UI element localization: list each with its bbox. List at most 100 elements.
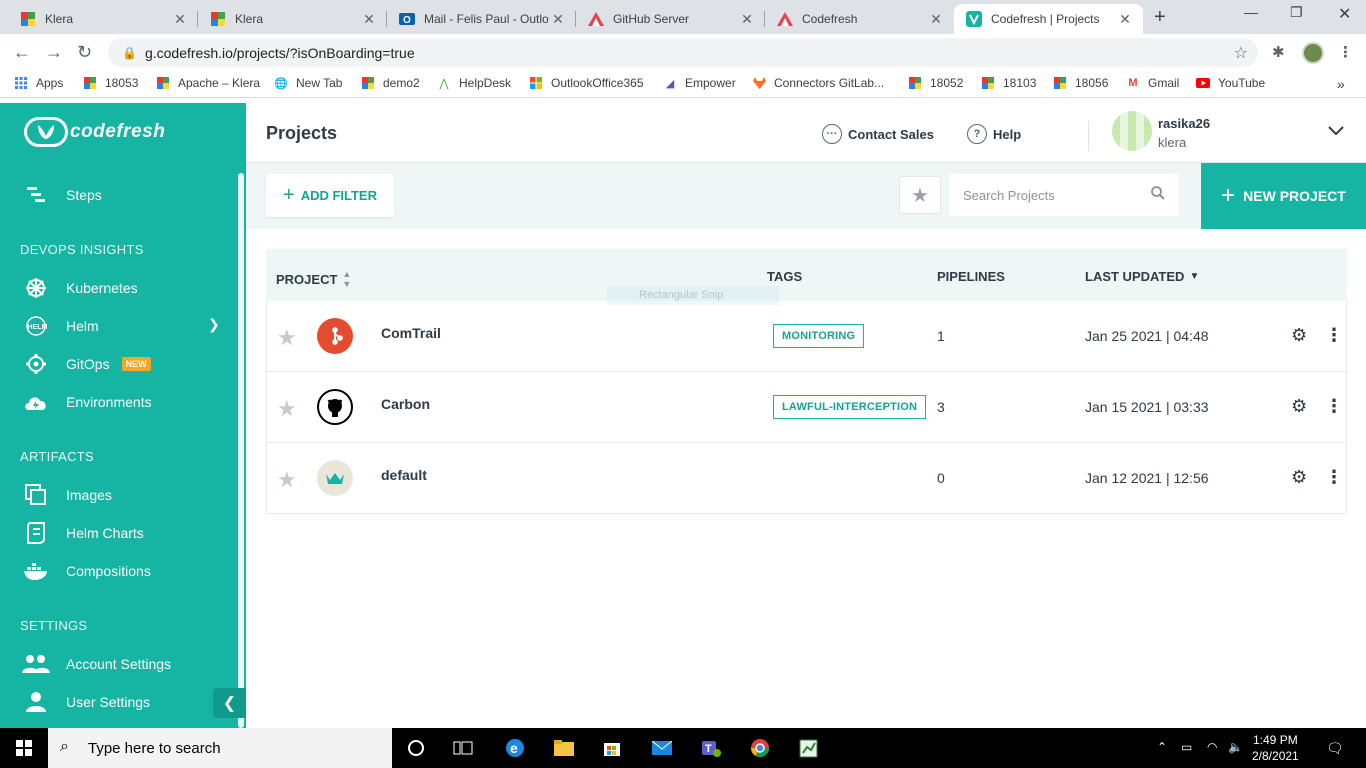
close-icon[interactable]: ✕: [550, 11, 566, 28]
browser-tab-klera-1[interactable]: Klera ✕: [8, 4, 198, 34]
sidebar-item-kubernetes[interactable]: Kubernetes: [22, 276, 138, 300]
sidebar-item-steps[interactable]: Steps: [22, 183, 102, 207]
bookmark-apache-klera[interactable]: Apache – Klera: [156, 76, 260, 90]
sidebar-item-compositions[interactable]: Compositions: [22, 559, 151, 583]
more-options-icon[interactable]: ⋮: [1325, 325, 1343, 346]
user-avatar[interactable]: [1112, 111, 1152, 151]
sidebar-item-environments[interactable]: Environments: [22, 390, 152, 414]
notepad-chart-icon[interactable]: [796, 736, 822, 760]
bookmark-18053[interactable]: 18053: [83, 76, 138, 90]
cortana-icon[interactable]: [403, 736, 429, 760]
bookmark-demo2[interactable]: demo2: [361, 76, 420, 90]
more-options-icon[interactable]: ⋮: [1325, 467, 1343, 488]
sidebar-item-gitops[interactable]: GitOps NEW: [22, 352, 151, 376]
chrome-icon[interactable]: [747, 736, 773, 760]
store-icon[interactable]: [599, 736, 625, 760]
favorite-star-icon[interactable]: ★: [277, 396, 297, 422]
sidebar-item-images[interactable]: Images: [22, 483, 112, 507]
table-row[interactable]: ★ ComTrail MONITORING 1 Jan 25 2021 | 04…: [266, 301, 1347, 372]
bookmark-outlookoffice365[interactable]: OutlookOffice365: [529, 76, 644, 90]
bookmark-star-icon[interactable]: ☆: [1234, 43, 1248, 63]
column-header-project[interactable]: PROJECT ▲ ▼: [276, 269, 351, 289]
contact-sales-link[interactable]: ··· Contact Sales: [822, 124, 934, 144]
volume-icon[interactable]: 🔈: [1228, 740, 1243, 754]
gear-icon[interactable]: ⚙: [1291, 467, 1307, 488]
extensions-icon[interactable]: ✱: [1272, 43, 1285, 61]
close-icon[interactable]: ✕: [1117, 11, 1133, 28]
task-view-icon[interactable]: [450, 736, 476, 760]
battery-icon[interactable]: ▭: [1181, 740, 1192, 754]
bookmark-gmail[interactable]: M Gmail: [1126, 76, 1179, 90]
bookmark-connectors-gitlab[interactable]: Connectors GitLab...: [752, 76, 884, 90]
tray-chevron-up-icon[interactable]: ⌃: [1157, 740, 1167, 754]
bookmark-helpdesk[interactable]: ⋀ HelpDesk: [437, 76, 511, 90]
new-tab-button[interactable]: +: [1154, 6, 1166, 29]
sidebar-item-user-settings[interactable]: User Settings: [22, 690, 150, 714]
bookmark-18056[interactable]: 18056: [1053, 76, 1108, 90]
sidebar-collapse-button[interactable]: ❮: [213, 688, 246, 718]
forward-arrow-icon[interactable]: →: [45, 42, 63, 63]
favorites-filter-button[interactable]: ★: [899, 176, 941, 214]
sort-desc-icon[interactable]: ▼: [1189, 271, 1199, 282]
restore-icon[interactable]: ❐: [1290, 4, 1303, 21]
browser-tab-klera-2[interactable]: Klera ✕: [198, 4, 387, 34]
bookmark-apps[interactable]: Apps: [14, 76, 63, 90]
windows-start-icon[interactable]: [16, 740, 32, 756]
file-explorer-icon[interactable]: [551, 736, 577, 760]
teams-icon[interactable]: T: [698, 736, 724, 760]
favorite-star-icon[interactable]: ★: [277, 467, 297, 493]
taskbar-search[interactable]: ⌕ Type here to search: [48, 728, 392, 768]
bookmark-empower[interactable]: ◢ Empower: [663, 76, 736, 90]
close-icon[interactable]: ✕: [928, 11, 944, 28]
mail-icon[interactable]: [649, 736, 675, 760]
browser-tab-codefresh-projects[interactable]: Codefresh | Projects ✕: [954, 4, 1143, 34]
close-icon[interactable]: ✕: [739, 11, 755, 28]
project-tag[interactable]: LAWFUL-INTERCEPTION: [773, 395, 927, 419]
chrome-menu-icon[interactable]: ⋮: [1338, 43, 1353, 61]
add-filter-button[interactable]: + ADD FILTER: [266, 174, 394, 217]
more-options-icon[interactable]: ⋮: [1325, 396, 1343, 417]
wifi-icon[interactable]: ◠: [1207, 740, 1217, 754]
gear-icon[interactable]: ⚙: [1291, 325, 1307, 346]
back-arrow-icon[interactable]: ←: [13, 42, 31, 63]
browser-tab-github-server[interactable]: GitHub Server ✕: [576, 4, 765, 34]
sidebar-item-account-settings[interactable]: Account Settings: [22, 652, 171, 676]
table-row[interactable]: ★ Carbon LAWFUL-INTERCEPTION 3 Jan 15 20…: [266, 372, 1347, 443]
notification-icon[interactable]: 🗨: [1326, 740, 1344, 757]
browser-tab-outlook[interactable]: O Mail - Felis Paul - Outlo ✕: [387, 4, 576, 34]
bookmark-youtube[interactable]: YouTube: [1196, 76, 1265, 90]
window-close-icon[interactable]: ✕: [1338, 4, 1351, 24]
reload-icon[interactable]: ↻: [77, 42, 92, 63]
column-header-last-updated[interactable]: LAST UPDATED ▼: [1085, 269, 1199, 284]
bookmarks-overflow-icon[interactable]: »: [1337, 76, 1345, 92]
sidebar-item-helm-charts[interactable]: Helm Charts: [22, 521, 144, 545]
sidebar-scrollbar[interactable]: [238, 173, 244, 728]
profile-avatar[interactable]: [1302, 42, 1324, 64]
table-row[interactable]: ★ default 0 Jan 12 2021 | 12:56 ⚙ ⋮: [266, 443, 1347, 514]
favorite-star-icon[interactable]: ★: [277, 325, 297, 351]
project-name[interactable]: ComTrail: [381, 325, 441, 341]
search-icon[interactable]: [1151, 186, 1165, 203]
browser-tab-codefresh[interactable]: Codefresh ✕: [765, 4, 954, 34]
address-bar[interactable]: 🔒 g.codefresh.io/projects/?isOnBoarding=…: [108, 38, 1258, 67]
bookmark-18103[interactable]: 18103: [981, 76, 1036, 90]
edge-icon[interactable]: e: [502, 736, 528, 760]
project-name[interactable]: Carbon: [381, 396, 430, 412]
minimize-icon[interactable]: —: [1244, 4, 1258, 20]
chevron-down-icon[interactable]: [1328, 123, 1344, 140]
codefresh-logo[interactable]: codefresh: [24, 117, 165, 147]
bookmark-new-tab[interactable]: 🌐 New Tab: [274, 76, 342, 90]
sidebar-item-helm[interactable]: HELM Helm: [22, 314, 99, 338]
project-tag[interactable]: MONITORING: [773, 324, 865, 348]
bookmark-18052[interactable]: 18052: [908, 76, 963, 90]
project-name[interactable]: default: [381, 467, 427, 483]
sort-icon[interactable]: ▲ ▼: [342, 269, 351, 289]
gear-icon[interactable]: ⚙: [1291, 396, 1307, 417]
search-input[interactable]: [963, 187, 1143, 203]
new-project-button[interactable]: + NEW PROJECT: [1201, 163, 1366, 229]
close-icon[interactable]: ✕: [361, 11, 377, 28]
chevron-right-icon[interactable]: ❯: [208, 316, 220, 333]
help-link[interactable]: ? Help: [967, 124, 1021, 144]
taskbar-clock[interactable]: 1:49 PM 2/8/2021: [1252, 732, 1299, 764]
close-icon[interactable]: ✕: [172, 11, 188, 28]
